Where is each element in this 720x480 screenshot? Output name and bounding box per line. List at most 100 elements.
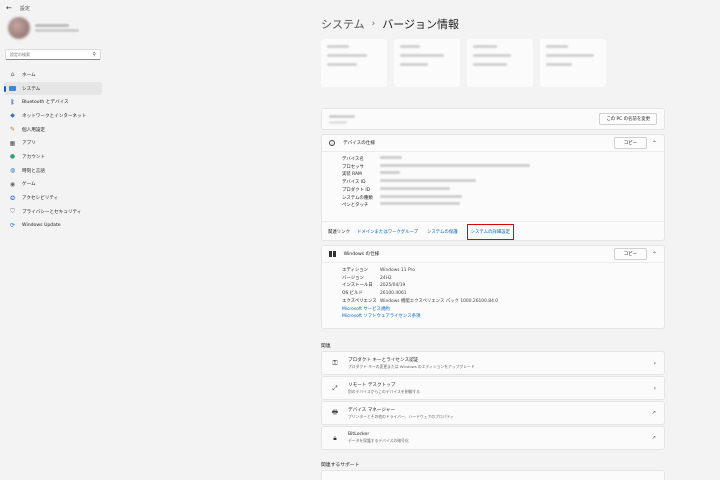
page-title: バージョン情報 [382, 18, 460, 31]
wifi-icon: ◆ [10, 112, 15, 120]
sidebar-item-apps[interactable]: ▦ アプリ [4, 136, 102, 150]
related-item-desc: データを保護するデバイスの暗号化 [348, 438, 409, 443]
sidebar-item-label: 時刻と言語 [22, 168, 45, 174]
pc-model-blurred [329, 120, 347, 124]
sidebar-item-label: Windows Update [22, 222, 61, 228]
spec-value: 24H2 [380, 275, 392, 281]
spec-label: エディション [342, 268, 369, 273]
apps-icon: ▦ [9, 139, 16, 147]
sidebar-item-label: ゲーム [22, 182, 36, 188]
sidebar-item-label: Bluetooth とデバイス [22, 100, 69, 106]
lock-icon: 🔒︎ [333, 433, 337, 442]
sidebar-item-label: アプリ [22, 141, 36, 147]
rename-pc-button[interactable]: この PC の名前を変更 [599, 113, 657, 125]
summary-card [467, 39, 533, 87]
sidebar-item-label: システム [22, 86, 41, 92]
shield-icon: ⛉ [10, 207, 15, 215]
sidebar-item-gaming[interactable]: ◉ ゲーム [4, 178, 102, 192]
user-email-blurred [35, 29, 79, 32]
sidebar-item-home[interactable]: ⌂ ホーム [4, 68, 102, 82]
chevron-up-icon[interactable]: ⌃ [652, 251, 657, 258]
user-name-blurred [35, 24, 69, 27]
sidebar-item-accessibility[interactable]: ✪ アクセシビリティ [4, 191, 102, 205]
sidebar-nav: ⌂ ホーム システム ᛒ Bluetooth とデバイス ◆ ネットワークとイン… [4, 68, 102, 232]
related-links-label: 関連リンク [328, 229, 350, 235]
spec-value: Windows 11 Pro [380, 268, 415, 273]
back-arrow-icon[interactable]: ← [6, 4, 12, 12]
related-item-title: リモート デスクトップ [348, 382, 396, 388]
domain-workgroup-link[interactable]: ドメインまたはワークグループ [357, 229, 418, 235]
device-summary-cards [321, 39, 606, 87]
device-manager-icon: 🖶 [331, 407, 339, 416]
avatar [8, 17, 30, 39]
sidebar-item-label: ホーム [22, 72, 36, 78]
windows-specs-section: Windows の仕様 コピー ⌃ エディション Windows 11 Pro バ… [321, 245, 665, 329]
copy-windows-specs-button[interactable]: コピー [613, 248, 647, 260]
system-protection-link[interactable]: システムの保護 [427, 229, 458, 235]
advanced-system-settings-link[interactable]: システムの詳細設定 [466, 223, 514, 240]
search-input[interactable] [10, 52, 90, 57]
spec-label: プロダクト ID [342, 187, 371, 193]
spec-label: OS ビルド [342, 291, 363, 297]
sidebar-item-accounts[interactable]: ● アカウント [4, 150, 102, 164]
breadcrumb: システム › バージョン情報 [321, 16, 459, 32]
gamepad-icon: ◉ [9, 180, 16, 188]
spec-label: システムの種類 [342, 195, 373, 201]
sidebar-item-system[interactable]: システム [4, 81, 102, 96]
chevron-up-icon[interactable]: ⌃ [652, 140, 657, 147]
pc-name-section: この PC の名前を変更 [321, 108, 665, 130]
bitlocker-item[interactable]: 🔒︎ BitLocker データを保護するデバイスの暗号化 ↗ [321, 426, 665, 450]
license-terms-link[interactable]: Microsoft ソフトウェアライセンス条項 [342, 314, 420, 319]
remote-desktop-icon: ⤢ [332, 383, 338, 392]
accessibility-icon: ✪ [9, 194, 16, 202]
related-item-desc: 別のデバイスからこのデバイスを制御する [348, 388, 420, 394]
sidebar-item-label: アクセシビリティ [22, 196, 59, 202]
chevron-right-icon: › [653, 384, 656, 392]
sidebar-item-label: プライバシーとセキュリティ [22, 209, 82, 215]
related-item-desc: プリンターとその他のドライバー、ハードウェアのプロパティ [348, 413, 454, 419]
person-icon: ● [9, 153, 16, 161]
device-manager-item[interactable]: 🖶 デバイス マネージャー プリンターとその他のドライバー、ハードウェアのプロパ… [321, 401, 665, 425]
sidebar-item-network[interactable]: ◆ ネットワークとインターネット [4, 109, 102, 123]
related-item-title: BitLocker [348, 432, 370, 437]
device-specs-title: デバイスの仕様 [343, 141, 376, 146]
sidebar-item-label: 個人用設定 [22, 127, 45, 133]
summary-card [394, 39, 460, 87]
sidebar-item-bluetooth[interactable]: ᛒ Bluetooth とデバイス [4, 95, 102, 109]
breadcrumb-system[interactable]: システム [321, 16, 365, 32]
related-support-section[interactable] [321, 470, 665, 480]
sidebar-item-windows-update[interactable]: ⟳ Windows Update [4, 219, 102, 233]
summary-card [540, 39, 606, 87]
update-icon: ⟳ [9, 221, 16, 229]
sidebar-item-time-language[interactable]: ◍ 時刻と言語 [4, 164, 102, 178]
services-agreement-link[interactable]: Microsoft サービス規約 [342, 307, 390, 312]
info-icon: i [329, 140, 335, 146]
search-icon[interactable]: ⚲ [92, 52, 96, 58]
globe-icon: ◍ [9, 167, 16, 175]
spec-value: Windows 機能エクスペリエンス パック 1000.26100.84.0 [380, 298, 499, 304]
spec-label: デバイス名 [342, 157, 364, 162]
title-bar: ← 設定 [0, 0, 720, 16]
spec-label: エクスペリエンス [342, 298, 377, 304]
spec-label: デバイス ID [342, 180, 366, 186]
pc-name-blurred [329, 114, 355, 118]
sidebar-item-personalization[interactable]: ✎ 個人用設定 [4, 123, 102, 137]
external-link-icon: ↗ [651, 435, 656, 441]
product-key-activation-item[interactable]: ⚿ プロダクト キーとライセンス認証 プロダクト キーの変更または Window… [321, 351, 665, 375]
spec-value: 2025/04/19 [380, 283, 406, 289]
copy-device-specs-button[interactable]: コピー [613, 137, 647, 149]
spec-label: ペンとタッチ [342, 203, 369, 209]
spec-label: 実装 RAM [342, 172, 362, 178]
spec-label: バージョン [342, 275, 364, 281]
key-icon: ⚿ [332, 358, 338, 367]
related-item-title: デバイス マネージャー [348, 407, 395, 413]
user-profile[interactable] [8, 17, 79, 39]
spec-label: プロセッサ [342, 164, 364, 170]
search-box[interactable]: ⚲ [5, 49, 101, 60]
sidebar-item-privacy[interactable]: ⛉ プライバシーとセキュリティ [4, 205, 102, 219]
windows-logo-icon [329, 250, 336, 258]
related-support-title: 関連するサポート [321, 463, 360, 468]
spec-label: インストール日 [342, 283, 373, 289]
monitor-icon [9, 86, 16, 92]
remote-desktop-item[interactable]: ⤢ リモート デスクトップ 別のデバイスからこのデバイスを制御する › [321, 376, 665, 400]
